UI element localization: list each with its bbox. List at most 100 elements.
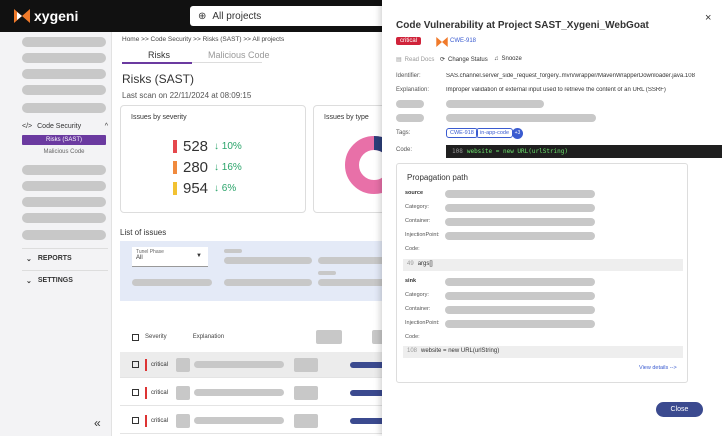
sidebar-item-placeholder[interactable] [22,53,106,63]
severity-count: 954 [183,180,209,197]
funnel-phase-select[interactable]: Tunel Phase All ▼ [132,247,208,267]
column-header-placeholder[interactable] [372,330,382,344]
sidebar-section-reports[interactable]: ⌄ REPORTS [26,255,72,263]
sidebar-item-placeholder[interactable] [22,85,106,95]
code-text: args[] [417,261,433,267]
field-placeholder [445,306,595,314]
logo: xygeni [14,8,78,24]
severity-count: 280 [183,159,209,176]
chevron-down-icon: ⌄ [26,278,32,285]
row-placeholder [194,361,285,368]
sidebar-item-placeholder[interactable] [22,213,106,223]
severity-row: 280 ↓ 16% [173,159,242,176]
filter-placeholder[interactable] [224,249,242,253]
category-label: Category: [405,204,429,210]
close-button[interactable]: Close [656,402,703,417]
sidebar: </> Code Security ^ Risks (SAST) Malicio… [0,32,112,436]
close-icon[interactable]: × [705,12,711,24]
tab-malicious-code[interactable]: Malicious Code [208,50,270,60]
severity-count: 528 [183,138,209,155]
action-label: Snooze [501,56,522,62]
row-placeholder [176,357,191,372]
code-icon: </> [22,123,33,130]
filter-placeholder[interactable] [224,279,312,286]
bell-icon: ♫ [494,56,499,62]
document-icon: ▤ [396,57,402,63]
tag-in-app-code[interactable]: in-app-code [476,128,514,138]
cwe-link[interactable]: CWE-918 [450,38,476,44]
panel-title: Code Vulnerability at Project SAST_Xygen… [396,20,649,31]
sidebar-item-placeholder[interactable] [22,69,106,79]
main-content: Home >> Code Security >> Risks (SAST) >>… [112,32,382,436]
sink-code-snippet: 108 website = new URL(urlString) [403,346,683,358]
code-snippet: 108 website = new URL(urlString) [446,145,722,158]
table-row[interactable]: critical [120,352,382,378]
filter-placeholder[interactable] [132,279,212,286]
sidebar-item-placeholder[interactable] [22,165,106,175]
line-number: 108 [452,148,463,155]
sidebar-section-label: SETTINGS [37,277,73,284]
severity-row: 954 ↓ 6% [173,180,236,197]
sidebar-item-placeholder[interactable] [22,181,106,191]
filter-placeholder[interactable] [318,257,382,264]
row-checkbox[interactable] [132,389,139,396]
severity-color-bar [173,140,177,153]
sidebar-item-code-security[interactable]: </> Code Security ^ [22,123,108,130]
sidebar-item-risks[interactable]: Risks (SAST) [22,135,106,145]
divider [22,270,108,271]
tag-cwe[interactable]: CWE-918 [446,128,478,138]
sidebar-item-malicious-code[interactable]: Malicious Code [22,149,106,155]
column-header-severity[interactable]: Severity [145,334,167,340]
chevron-up-icon: ^ [104,123,108,130]
filter-placeholder[interactable] [318,279,382,286]
sidebar-item-placeholder[interactable] [22,37,106,47]
change-status-button[interactable]: ⟳ Change Status [440,56,488,64]
explanation-label: Explanation: [396,87,430,93]
field-placeholder [445,204,595,212]
table-row[interactable]: critical [120,380,382,406]
snooze-button[interactable]: ♫ Snooze [494,56,522,62]
chevron-down-icon: ⌄ [26,256,32,263]
code-text: website = new URL(urlString) [421,348,500,354]
action-label: Read Docs [404,56,435,63]
tab-risks[interactable]: Risks [148,50,170,60]
explanation-value: Improper validation of external input us… [446,87,666,93]
sidebar-section-settings[interactable]: ⌄ SETTINGS [26,277,73,285]
sidebar-item-placeholder[interactable] [22,230,106,240]
select-all-checkbox[interactable] [132,333,139,341]
column-header-placeholder[interactable] [316,330,343,344]
list-of-issues-title: List of issues [120,228,167,237]
container-label: Container: [405,218,431,224]
sidebar-item-placeholder[interactable] [22,103,106,113]
field-placeholder [445,320,595,328]
project-selector[interactable]: ⊕ All projects [190,6,386,26]
row-status-bar [350,362,382,368]
field-placeholder [446,100,544,108]
read-docs-button[interactable]: ▤ Read Docs [396,56,435,64]
row-checkbox[interactable] [132,361,139,368]
field-placeholder [445,190,595,198]
severity-label: critical [145,414,168,427]
issues-by-type-card: Issues by type [313,105,382,213]
tag-more-count[interactable]: +3 [512,128,523,139]
source-code-snippet: 49 args[] [403,259,683,271]
row-placeholder [176,413,191,428]
filter-placeholder[interactable] [224,257,312,264]
severity-badge: critical [396,37,422,45]
column-header-explanation[interactable]: Explanation [193,334,224,340]
table-row[interactable]: critical [120,408,382,434]
row-checkbox[interactable] [132,417,139,424]
propagation-path-box: Propagation path source Category: Contai… [396,163,688,383]
collapse-sidebar-icon[interactable]: « [94,416,101,430]
injection-point-label: InjectionPoint: [405,320,440,326]
view-details-link[interactable]: View details --> [639,365,677,371]
row-placeholder [294,357,319,372]
line-number: 49 [407,261,414,267]
severity-trend: ↓ 6% [214,183,237,194]
row-status-bar [350,390,382,396]
filter-placeholder[interactable] [318,271,336,275]
sidebar-item-placeholder[interactable] [22,197,106,207]
issues-by-type-donut [345,136,382,194]
row-placeholder [294,385,319,400]
source-label: source [405,190,424,196]
